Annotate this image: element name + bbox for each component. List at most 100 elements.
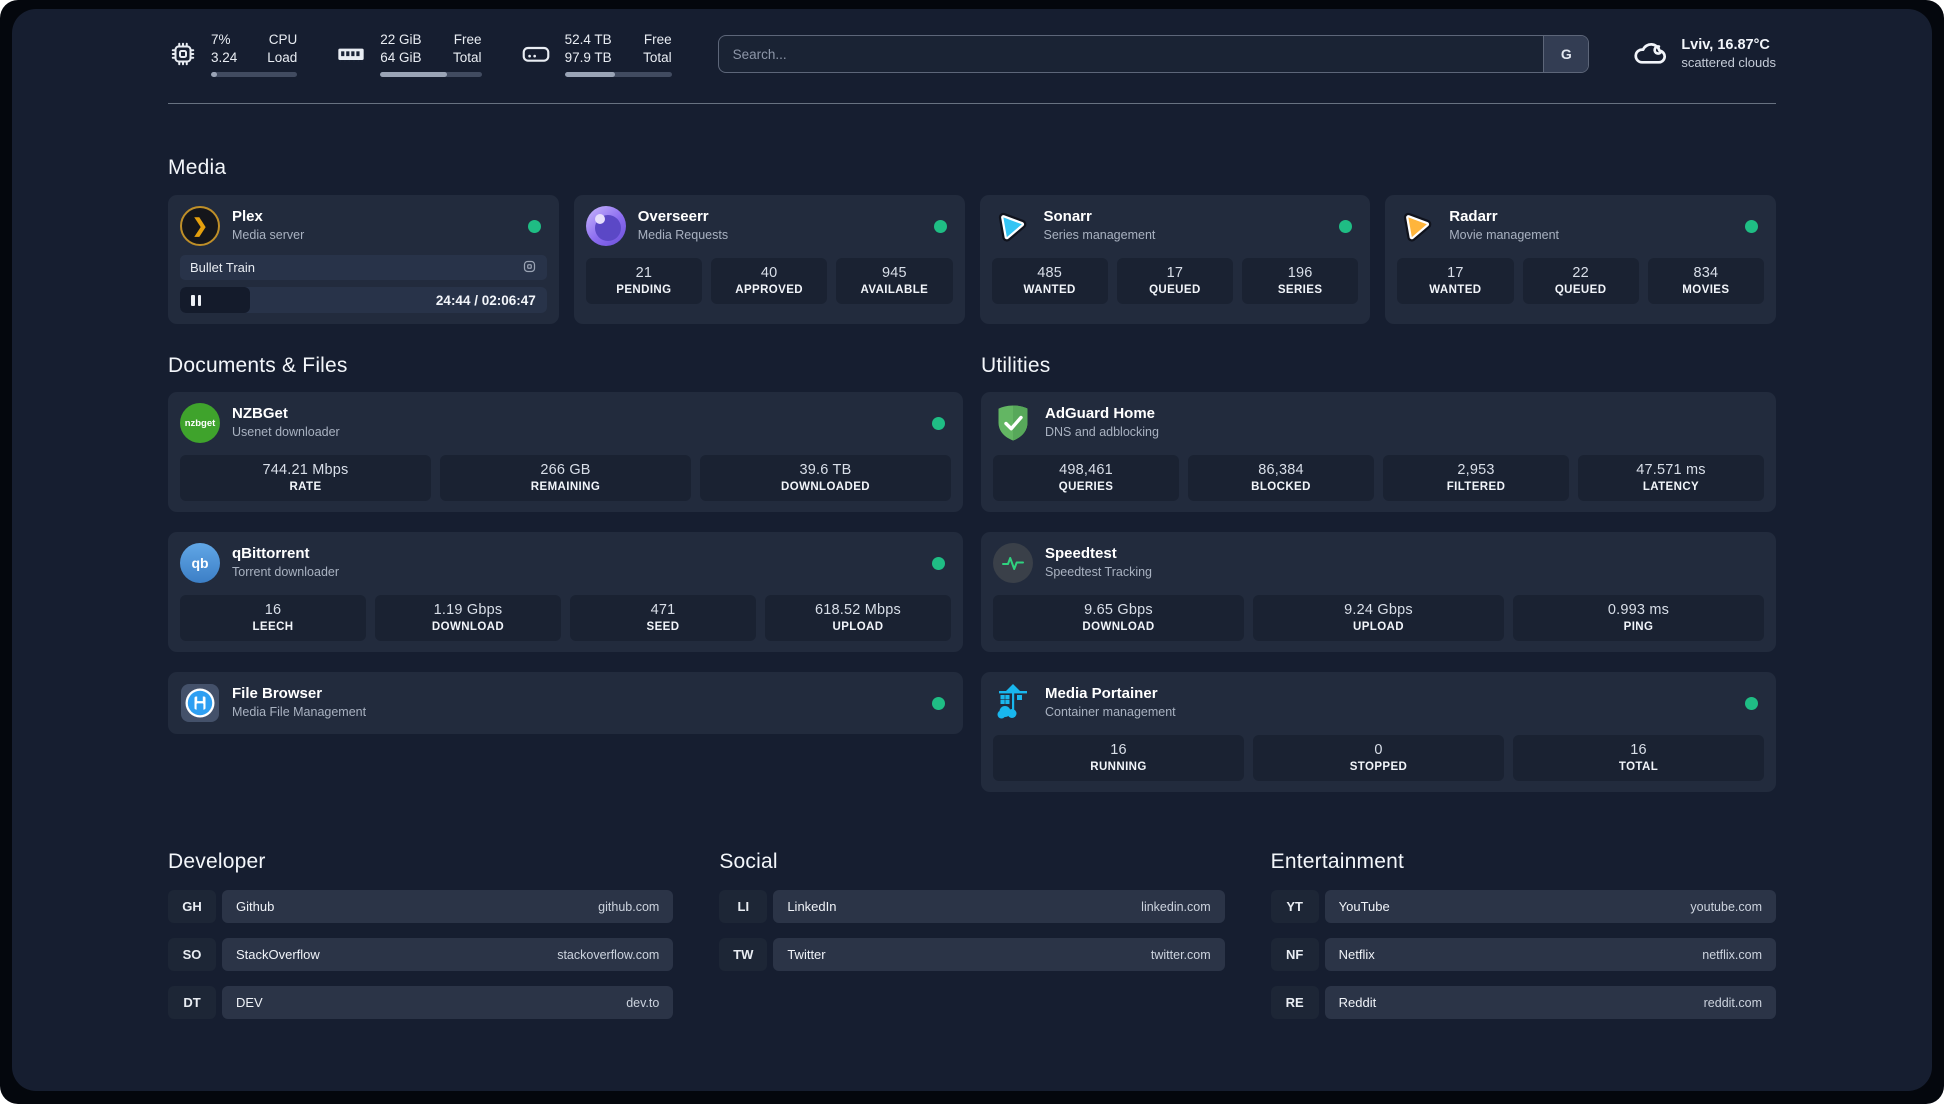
disk-progress-track [564,72,672,77]
app-card-qbittorrent[interactable]: qb qBittorrent Torrent downloader 16 LEEC… [168,532,963,652]
app-subtitle: DNS and adblocking [1045,425,1159,439]
stat-box: 21 PENDING [585,258,702,304]
link-row[interactable]: RE Reddit reddit.com [1270,986,1776,1019]
app-card-speedtest[interactable]: Speedtest Speedtest Tracking 9.65 Gbps DO… [981,532,1776,652]
dashboard: 7% 3.24 CPU Load 22 GiB 64 GiB Free Tota… [12,9,1932,1091]
app-card-portainer[interactable]: Media Portainer Container management 16 R… [981,672,1776,792]
link-domain: linkedin.com [1141,899,1211,914]
search-engine-button[interactable]: G [1543,36,1589,72]
documents-column: Documents & Files nzbget NZBGet Usenet d… [168,354,963,792]
search-input[interactable] [718,36,1544,72]
app-card-nzbget[interactable]: nzbget NZBGet Usenet downloader 744.21 M… [168,392,963,512]
link-row[interactable]: TW Twitter twitter.com [719,938,1225,971]
stat-box: 0.993 ms PING [1513,595,1764,641]
link-row[interactable]: SO StackOverflow stackoverflow.com [168,938,674,971]
app-title: AdGuard Home [1045,405,1156,422]
stat-label: REMAINING [530,481,601,493]
link-pill[interactable]: Reddit reddit.com [1324,986,1776,1019]
stat-value: 498,461 [1059,462,1113,478]
stats-row: 744.21 Mbps RATE 266 GB REMAINING 39.6 TB DOW… [180,455,951,501]
cpu-chip-icon [168,39,198,69]
stat-label: DOWNLOADED [781,481,870,493]
app-card-sonarr[interactable]: Sonarr Series management 485 WANTED 17 QUEU… [979,195,1371,324]
link-row[interactable]: YT YouTube youtube.com [1270,890,1776,923]
cpu-progress-track [211,72,298,77]
stat-box: 22 QUEUED [1522,258,1639,304]
disk-progress-fill [564,72,615,77]
stat-box: 9.65 Gbps DOWNLOAD [993,595,1244,641]
topbar-divider [168,103,1776,104]
stats-row: 17 WANTED 22 QUEUED 834 MOVIES [1397,258,1764,304]
ram-icon [335,38,367,70]
stat-box: 0 STOPPED [1253,735,1504,781]
link-pill[interactable]: Github github.com [222,890,674,923]
nzbget-icon: nzbget [180,403,220,443]
link-row[interactable]: LI LinkedIn linkedin.com [719,890,1225,923]
stat-value: 17 [1447,265,1464,281]
stat-label: AVAILABLE [860,284,929,296]
link-pill[interactable]: Netflix netflix.com [1324,938,1776,971]
stat-label: LEECH [252,621,294,633]
disk-stat: 52.4 TB 97.9 TB Free Total [520,31,672,77]
link-abbr: RE [1270,986,1319,1019]
link-row[interactable]: DT DEV dev.to [168,986,674,1019]
cpu-load: 3.24 [211,50,238,65]
stat-value: 618.52 Mbps [814,602,902,618]
stat-value: 196 [1287,265,1313,281]
app-card-filebrowser[interactable]: File Browser Media File Management [168,672,963,734]
app-title: Overseerr [637,208,709,225]
now-playing-row: Bullet Train [180,255,547,280]
link-domain: dev.to [626,995,660,1010]
stat-label: RATE [289,481,322,493]
filebrowser-icon [180,683,220,723]
link-pill[interactable]: StackOverflow stackoverflow.com [222,938,674,971]
memory-total: 64 GiB [380,50,422,65]
stat-label: PING [1623,621,1654,633]
app-title: qBittorrent [232,545,310,562]
status-online-dot [933,219,947,233]
disk-label2: Total [643,50,672,65]
link-pill[interactable]: LinkedIn linkedin.com [773,890,1225,923]
stat-label: QUERIES [1058,481,1114,493]
status-online-dot [1745,219,1758,233]
app-card-plex[interactable]: ❯ Plex Media server Bullet Train 24:44 /… [168,195,559,324]
link-abbr: DT [168,986,216,1019]
stat-label: PENDING [616,284,672,296]
stat-value: 9.24 Gbps [1344,602,1413,618]
link-pill[interactable]: DEV dev.to [222,986,674,1019]
stats-row: 21 PENDING 40 APPROVED 945 AVAILABLE [585,258,953,304]
now-playing-title: Bullet Train [190,260,256,275]
stats-row: 16 LEECH 1.19 Gbps DOWNLOAD 471 SEED 618.52 Mb… [180,595,951,641]
stats-row: 498,461 QUERIES 86,384 BLOCKED 2,953 FILTERED… [993,455,1764,501]
stat-value: 266 GB [540,462,591,478]
status-online-dot [1745,696,1758,710]
app-card-radarr[interactable]: Radarr Movie management 17 WANTED 22 QUEUED… [1385,195,1776,324]
playback-time: 24:44 / 02:06:47 [435,292,536,308]
stat-label: QUEUED [1149,284,1201,296]
app-card-adguard[interactable]: AdGuard Home DNS and adblocking 498,461 Q… [981,392,1776,512]
app-subtitle: Container management [1045,705,1176,719]
stat-value: 744.21 Mbps [262,462,349,478]
cpu-label1: CPU [268,32,298,47]
overseerr-icon [585,206,626,246]
links-column-entertainment: Entertainment YT YouTube youtube.com NF Netf… [1270,850,1776,1034]
stat-label: QUEUED [1554,284,1607,296]
links-column-social: Social LI LinkedIn linkedin.com TW Twitter tw… [719,850,1225,1034]
playback-progress-bar[interactable]: 24:44 / 02:06:47 [180,287,547,313]
app-card-overseerr[interactable]: Overseerr Media Requests 21 PENDING 40 APPR… [573,195,965,324]
link-pill[interactable]: YouTube youtube.com [1324,890,1776,923]
pause-icon[interactable] [191,294,201,306]
stat-box: 86,384 BLOCKED [1188,455,1374,501]
radarr-icon [1397,206,1437,246]
cpu-percent: 7% [211,32,231,47]
stat-value: 2,953 [1457,462,1495,478]
search-bar: G [717,35,1590,73]
stat-box: 47.571 ms LATENCY [1578,455,1764,501]
disk-total: 97.9 TB [564,50,612,65]
stat-value: 17 [1166,265,1184,281]
link-row[interactable]: GH Github github.com [168,890,674,923]
playback-progress-fill [180,287,250,313]
stat-label: UPLOAD [1353,621,1404,633]
link-row[interactable]: NF Netflix netflix.com [1270,938,1776,971]
link-pill[interactable]: Twitter twitter.com [773,938,1225,971]
